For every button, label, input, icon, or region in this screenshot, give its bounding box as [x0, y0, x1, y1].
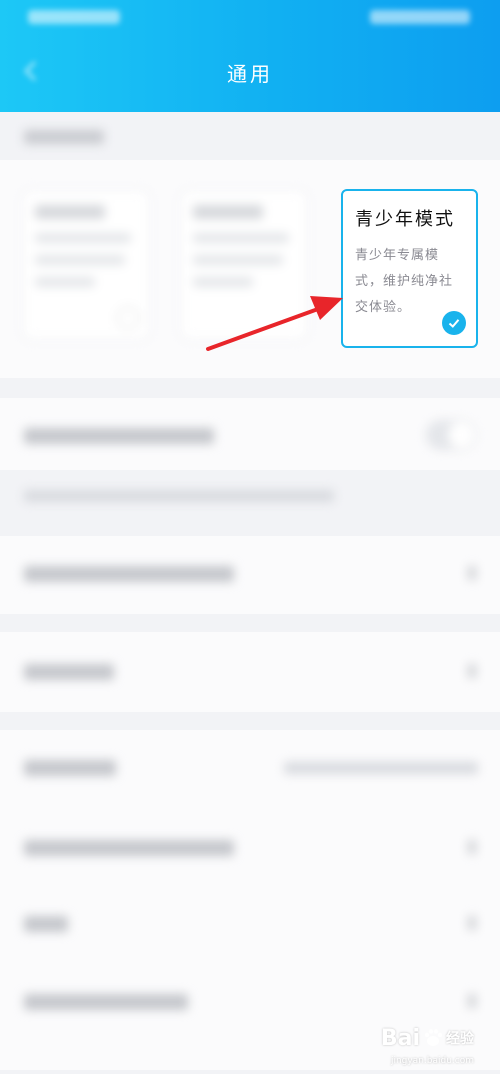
settings-row-4-label: [24, 840, 234, 856]
status-bar-left: [28, 10, 120, 24]
paw-icon: [424, 1029, 443, 1046]
chevron-right-icon: [468, 840, 476, 854]
check-icon: [442, 311, 466, 335]
toggle-row-label: [24, 428, 214, 444]
settings-row-3-value: [284, 762, 478, 774]
youth-mode-card[interactable]: 青少年模式 青少年专属模式，维护纯净社交体验。: [341, 189, 478, 348]
status-bar: [0, 0, 500, 34]
watermark-brand: Bai: [380, 1025, 420, 1051]
mode-card-simple[interactable]: [180, 190, 308, 340]
settings-row-1-label: [24, 566, 234, 582]
watermark-url: jingyan.baidu.com: [390, 1056, 474, 1066]
app-header: 通用: [0, 0, 500, 112]
unselected-check-icon: [117, 307, 139, 329]
watermark-suffix: 经验: [446, 1031, 474, 1047]
chevron-right-icon: [468, 916, 476, 930]
toggle-switch[interactable]: [426, 420, 476, 450]
chevron-right-icon: [468, 566, 476, 580]
section-label: [24, 130, 104, 144]
status-bar-right: [370, 10, 470, 24]
settings-row-5-label: [24, 916, 68, 932]
watermark: Bai 经验 jingyan.baidu.com: [380, 1018, 474, 1067]
settings-row-2-label: [24, 664, 114, 680]
chevron-right-icon: [468, 994, 476, 1008]
chevron-right-icon: [468, 664, 476, 678]
toggle-hint: [24, 490, 334, 502]
youth-mode-description: 青少年专属模式，维护纯净社交体验。: [355, 248, 454, 315]
settings-row-6-label: [24, 994, 188, 1010]
settings-row-3-label: [24, 760, 116, 776]
youth-mode-title: 青少年模式: [355, 209, 455, 230]
page-title: 通用: [227, 62, 273, 86]
mode-card-standard[interactable]: [22, 190, 150, 340]
